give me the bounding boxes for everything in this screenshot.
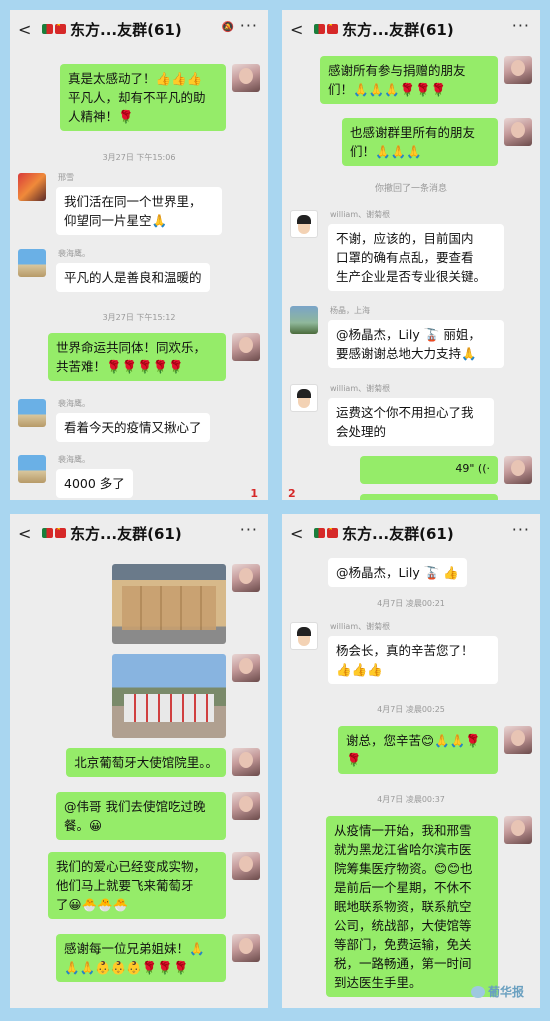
message-bubble-sent[interactable]: 感谢每一位兄弟姐妹！🙏 🙏🙏👶👶👶🌹🌹🌹 — [56, 934, 226, 982]
timestamp: 4月7日 凌晨00:37 — [377, 795, 445, 804]
timestamp: 4月7日 凌晨00:21 — [377, 599, 445, 608]
avatar-self[interactable] — [232, 654, 260, 682]
avatar-self[interactable] — [232, 564, 260, 592]
avatar-william[interactable] — [290, 622, 318, 650]
back-arrow-icon[interactable]: < — [290, 20, 308, 39]
message-list[interactable]: 感谢所有参与捐赠的朋友 们！🙏🙏🙏🌹🌹🌹 也感谢群里所有的朋友 们！🙏🙏🙏 你撤… — [282, 50, 540, 500]
voice-wave-icon: ((· — [477, 462, 490, 475]
chat-panel-3: 3 < 东方...友群(61) ··· 北京葡萄牙大使馆院里。。 @伟哥 我们去… — [10, 514, 268, 1008]
chat-panel-1: < 东方...友群(61) 🔕 ··· 真是太感动了！👍👍👍 平凡人，却有不平凡… — [10, 10, 268, 500]
sender-name: 邢雪 — [58, 173, 74, 182]
message-bubble-sent[interactable]: 谢总，您辛苦😊🙏🙏🌹 🌹 — [338, 726, 498, 774]
panel-number: 2 — [288, 487, 296, 500]
avatar-xingxue[interactable] — [18, 173, 46, 201]
flags-icon — [314, 528, 338, 538]
message-bubble-sent[interactable] — [360, 494, 498, 500]
voice-message[interactable]: 49" ((· — [360, 456, 498, 484]
more-options-icon[interactable]: ··· — [512, 16, 530, 35]
more-options-icon[interactable]: ··· — [240, 520, 258, 539]
message-bubble-sent[interactable]: 也感谢群里所有的朋友 们！🙏🙏🙏 — [342, 118, 498, 166]
chat-title: 东方...友群(61) — [342, 524, 454, 543]
sender-name: 裴海鹰。 — [58, 249, 90, 258]
message-bubble-received[interactable]: 看着今天的疫情又揪心了 — [56, 413, 210, 442]
avatar-self[interactable] — [504, 816, 532, 844]
flags-icon — [42, 24, 66, 34]
back-arrow-icon[interactable]: < — [290, 524, 308, 543]
avatar-self[interactable] — [504, 726, 532, 754]
message-bubble-sent[interactable]: 真是太感动了！👍👍👍 平凡人，却有不平凡的助 人精神！🌹 — [60, 64, 226, 131]
avatar-peihaiying[interactable] — [18, 249, 46, 277]
avatar-self[interactable] — [232, 934, 260, 962]
message-bubble-received[interactable]: 平凡的人是善良和温暖的 — [56, 263, 210, 292]
sender-name: william、谢菊根 — [330, 210, 391, 219]
avatar-self[interactable] — [232, 748, 260, 776]
timestamp: 3月27日 下午15:06 — [102, 153, 176, 162]
sender-name: 杨晶，上海 — [330, 306, 370, 315]
message-bubble-sent[interactable]: 从疫情一开始，我和邢雪 就为黑龙江省哈尔滨市医 院筹集医疗物资。😊😊也 是前后一… — [326, 816, 498, 997]
avatar-peihaiying[interactable] — [18, 399, 46, 427]
avatar-self[interactable] — [504, 456, 532, 484]
message-bubble-sent[interactable]: 感谢所有参与捐赠的朋友 们！🙏🙏🙏🌹🌹🌹 — [320, 56, 498, 104]
avatar-yangjing[interactable] — [290, 306, 318, 334]
avatar-self[interactable] — [232, 852, 260, 880]
avatar-william[interactable] — [290, 210, 318, 238]
more-options-icon[interactable]: ··· — [240, 16, 258, 35]
message-bubble-received[interactable]: 我们活在同一个世界里， 仰望同一片星空🙏 — [56, 187, 222, 235]
mute-icon: 🔕 — [221, 22, 234, 33]
voice-duration: 49" — [455, 462, 475, 475]
panel-number: 1 — [250, 487, 258, 500]
sender-name: william、谢菊根 — [330, 384, 391, 393]
back-arrow-icon[interactable]: < — [18, 20, 36, 39]
sender-name: 裴海鹰。 — [58, 455, 90, 464]
chat-header: < 东方...友群(61) 🔕 ··· — [10, 10, 268, 48]
sender-name: william、谢菊根 — [330, 622, 391, 631]
flags-icon — [314, 24, 338, 34]
message-list[interactable]: @杨晶杰，Lily 🚡 👍 4月7日 凌晨00:21 william、谢菊根 杨… — [282, 554, 540, 1008]
sender-name: 裴海鹰。 — [58, 399, 90, 408]
message-bubble-received[interactable]: @杨晶杰，Lily 🚡 👍 — [328, 558, 467, 587]
chat-header: < 东方...友群(61) ··· — [10, 514, 268, 552]
flags-icon — [42, 528, 66, 538]
message-bubble-sent[interactable]: 我们的爱心已经变成实物， 他们马上就要飞来葡萄牙 了😀🐣🐣🐣 — [48, 852, 226, 919]
avatar-self[interactable] — [232, 792, 260, 820]
chat-panel-4: 4 < 东方...友群(61) ··· @杨晶杰，Lily 🚡 👍 4月7日 凌… — [282, 514, 540, 1008]
back-arrow-icon[interactable]: < — [18, 524, 36, 543]
timestamp: 3月27日 下午15:12 — [102, 313, 176, 322]
avatar-self[interactable] — [232, 64, 260, 92]
avatar-self[interactable] — [504, 56, 532, 84]
chat-header: < 东方...友群(61) ··· — [282, 10, 540, 48]
message-bubble-received[interactable]: 运费这个你不用担心了我 会处理的 — [328, 398, 494, 446]
watermark: 葡华报 — [470, 983, 524, 1000]
chat-header: < 东方...友群(61) ··· — [282, 514, 540, 552]
avatar-self[interactable] — [504, 118, 532, 146]
more-options-icon[interactable]: ··· — [512, 520, 530, 539]
watermark-text: 葡华报 — [487, 985, 524, 999]
message-bubble-received[interactable]: 不谢，应该的，目前国内 口罩的确有点乱，要查看 生产企业是否专业很关键。 — [328, 224, 504, 291]
message-bubble-received[interactable]: 4000 多了 — [56, 469, 133, 498]
avatar-william[interactable] — [290, 384, 318, 412]
chat-panel-2: < 东方...友群(61) ··· 感谢所有参与捐赠的朋友 们！🙏🙏🙏🌹🌹🌹 也… — [282, 10, 540, 500]
avatar-peihaiying[interactable] — [18, 455, 46, 483]
recall-notice: 你撤回了一条消息 — [374, 184, 447, 194]
chat-title: 东方...友群(61) — [70, 524, 182, 543]
photo-boxes-warehouse[interactable] — [112, 564, 226, 644]
chat-title: 东方...友群(61) — [70, 20, 182, 39]
message-list[interactable]: 真是太感动了！👍👍👍 平凡人，却有不平凡的助 人精神！🌹 3月27日 下午15:… — [10, 50, 268, 500]
message-list[interactable]: 北京葡萄牙大使馆院里。。 @伟哥 我们去使馆吃过晚 餐。😀 我们的爱心已经变成实… — [10, 554, 268, 1008]
wechat-icon — [470, 985, 485, 998]
message-bubble-received[interactable]: 杨会长，真的辛苦您了！ 👍👍👍 — [328, 636, 498, 684]
message-bubble-received[interactable]: @杨晶杰，Lily 🚡 丽姐， 要感谢谢总地大力支持🙏 — [328, 320, 504, 368]
photo-boxes-embassy[interactable] — [112, 654, 226, 738]
message-bubble-sent[interactable]: 北京葡萄牙大使馆院里。。 — [66, 748, 226, 777]
timestamp: 4月7日 凌晨00:25 — [377, 705, 445, 714]
avatar-self[interactable] — [232, 333, 260, 361]
chat-title: 东方...友群(61) — [342, 20, 454, 39]
message-bubble-sent[interactable]: @伟哥 我们去使馆吃过晚 餐。😀 — [56, 792, 226, 840]
message-bubble-sent[interactable]: 世界命运共同体！同欢乐， 共苦难！🌹🌹🌹🌹🌹 — [48, 333, 226, 381]
